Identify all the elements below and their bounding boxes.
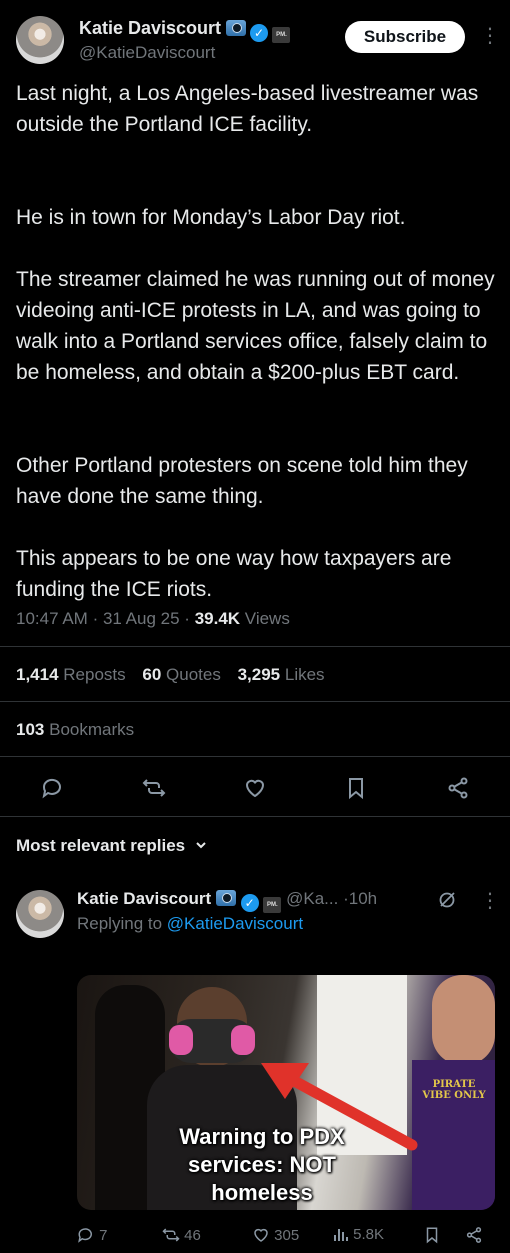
quotes-count: 60	[142, 665, 162, 684]
replying-to: Replying to @KatieDaviscourt	[77, 914, 303, 934]
reply-repost-action[interactable]: 46	[162, 1226, 201, 1244]
author-avatar[interactable]	[16, 16, 64, 64]
meta-separator: ·	[92, 609, 99, 628]
share-icon[interactable]	[446, 776, 470, 800]
author-name[interactable]: Katie Daviscourt	[79, 18, 221, 38]
media-caption-line: homeless	[211, 1180, 313, 1205]
subscribe-button[interactable]: Subscribe	[345, 21, 465, 53]
repost-icon[interactable]	[142, 776, 166, 800]
verified-badge-icon[interactable]: ✓	[240, 894, 259, 912]
reply-views-count: 5.8K	[353, 1226, 385, 1243]
views-label: Views	[244, 609, 290, 628]
bookmark-icon[interactable]	[344, 776, 368, 800]
replies-sort-label: Most relevant replies	[16, 836, 186, 855]
media-respirator	[169, 1019, 255, 1063]
author-name-row[interactable]: Katie Daviscourt ✓ PM.	[79, 18, 291, 43]
views-count: 39.4K	[194, 609, 241, 628]
post-paragraph: This appears to be one way how taxpayers…	[16, 547, 452, 601]
bookmark-icon[interactable]	[423, 1226, 441, 1244]
reply-like-count: 305	[274, 1227, 300, 1244]
more-options-icon[interactable]: ⋮	[480, 26, 500, 46]
repost-icon	[162, 1228, 180, 1242]
post-meta: 10:47 AM · 31 Aug 25 · 39.4K Views	[16, 609, 290, 629]
divider	[0, 646, 510, 647]
media-caption-line: Warning to PDX	[179, 1124, 345, 1149]
post-paragraph: Other Portland protesters on scene told …	[16, 454, 468, 508]
reply-more-options-icon[interactable]: ⋮	[480, 891, 500, 911]
reposts-stat[interactable]: 1,414 Reposts	[16, 665, 126, 684]
divider	[0, 701, 510, 702]
reply-header: Katie Daviscourt ✓ PM. @Ka... ·10h	[77, 889, 377, 913]
likes-label: Likes	[284, 665, 325, 684]
reply-action-bar: 7 46 305 5.8K	[77, 1226, 495, 1246]
likes-count: 3,295	[237, 665, 281, 684]
reply-icon	[78, 1228, 92, 1243]
bookmarks-count: 103	[16, 720, 45, 739]
bookmarks-label: Bookmarks	[49, 720, 135, 739]
reply-views-action[interactable]: 5.8K	[333, 1226, 384, 1243]
post-paragraph: Last night, a Los Angeles-based livestre…	[16, 82, 479, 136]
reply-author-name[interactable]: Katie Daviscourt	[77, 889, 211, 908]
reply-age[interactable]: 10h	[349, 889, 377, 908]
author-handle[interactable]: @KatieDaviscourt	[79, 43, 215, 63]
media-caption: Warning to PDX services: NOT homeless	[147, 1123, 377, 1207]
reply-reply-action[interactable]: 7	[77, 1226, 108, 1244]
reply-author-avatar[interactable]	[16, 890, 64, 938]
media-man-head	[432, 975, 495, 1065]
share-icon[interactable]	[465, 1226, 483, 1244]
pm-affiliate-badge[interactable]: PM.	[272, 27, 291, 43]
replying-to-label: Replying to	[77, 914, 163, 933]
post-date[interactable]: 31 Aug 25	[103, 609, 180, 628]
grok-icon[interactable]	[437, 890, 457, 910]
reply-repost-count: 46	[184, 1227, 201, 1244]
likes-stat[interactable]: 3,295 Likes	[238, 665, 325, 684]
reply-media-image[interactable]: PIRATE VIBE ONLY Warning to PDX services…	[77, 975, 495, 1210]
replying-to-handle[interactable]: @KatieDaviscourt	[167, 914, 303, 933]
reposts-label: Reposts	[63, 665, 126, 684]
replies-sort-dropdown[interactable]: Most relevant replies	[16, 836, 208, 856]
reply-reply-count: 7	[99, 1227, 108, 1244]
stats-row: 1,414 Reposts 60 Quotes 3,295 Likes	[16, 665, 325, 685]
views-chart-icon	[334, 1229, 348, 1241]
quotes-label: Quotes	[166, 665, 221, 684]
divider	[0, 816, 510, 817]
media-respirator-filter-left	[169, 1025, 193, 1055]
media-caption-line: services: NOT	[188, 1152, 336, 1177]
divider	[0, 756, 510, 757]
camera-emoji-icon	[225, 20, 246, 36]
reply-icon[interactable]	[41, 776, 65, 800]
reply-like-action[interactable]: 305	[252, 1226, 299, 1244]
quotes-stat[interactable]: 60 Quotes	[142, 665, 220, 684]
post-paragraph: He is in town for Monday’s Labor Day rio…	[16, 206, 406, 229]
post-paragraph: The streamer claimed he was running out …	[16, 268, 495, 384]
chevron-down-icon	[196, 842, 206, 849]
pm-affiliate-badge[interactable]: PM.	[263, 897, 282, 913]
like-icon[interactable]	[243, 776, 267, 800]
bookmarks-stat[interactable]: 103 Bookmarks	[16, 720, 134, 740]
reply-author-handle[interactable]: @Ka...	[286, 889, 338, 908]
post-time[interactable]: 10:47 AM	[16, 609, 88, 628]
media-sign-text: PIRATE VIBE ONLY	[422, 1079, 486, 1101]
verified-badge-icon[interactable]: ✓	[249, 24, 268, 42]
reposts-count: 1,414	[16, 665, 59, 684]
like-icon	[254, 1228, 268, 1242]
post-text: Last night, a Los Angeles-based livestre…	[16, 78, 496, 605]
meta-separator: ·	[184, 609, 190, 628]
media-respirator-filter-right	[231, 1025, 255, 1055]
camera-emoji-icon	[215, 890, 236, 906]
